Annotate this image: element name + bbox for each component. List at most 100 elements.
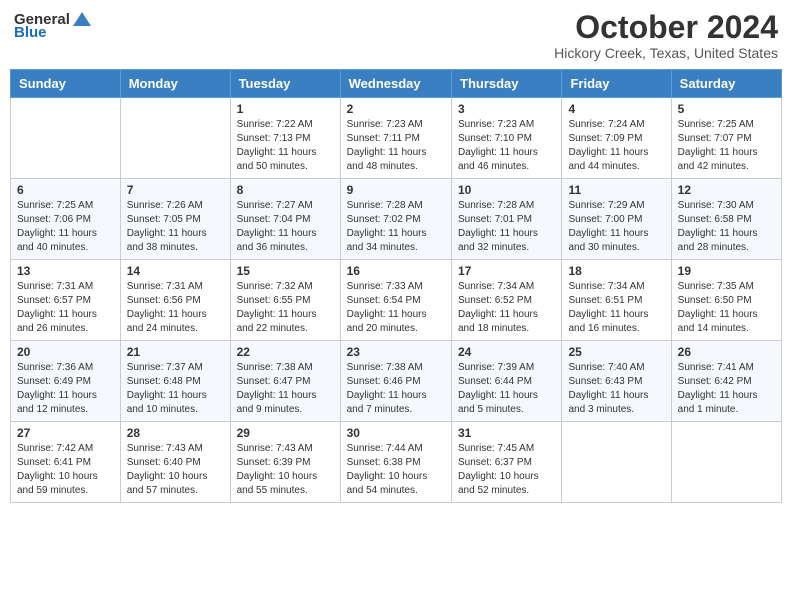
weekday-header-thursday: Thursday <box>452 70 562 98</box>
calendar-cell: 26Sunrise: 7:41 AM Sunset: 6:42 PM Dayli… <box>671 341 781 422</box>
calendar-week-row: 1 Sunrise: 7:22 AM Sunset: 7:13 PM Daylig… <box>11 98 782 179</box>
calendar-cell: 23 Sunrise: 7:38 AM Sunset: 6:46 PM Dayli… <box>340 341 451 422</box>
calendar-cell: 6Sunrise: 7:25 AM Sunset: 7:06 PM Daylig… <box>11 179 121 260</box>
weekday-header-wednesday: Wednesday <box>340 70 451 98</box>
day-number: 11 <box>568 183 664 197</box>
day-info: Sunrise: 7:43 AM Sunset: 6:39 PM Dayligh… <box>237 442 334 498</box>
day-number: 28 <box>127 426 224 440</box>
day-number: 21 <box>127 345 224 359</box>
calendar-week-row: 6Sunrise: 7:25 AM Sunset: 7:06 PM Daylig… <box>11 179 782 260</box>
day-number: 17 <box>458 264 555 278</box>
day-info: Sunrise: 7:35 AM Sunset: 6:50 PM Dayligh… <box>678 280 775 336</box>
calendar-cell: 20Sunrise: 7:36 AM Sunset: 6:49 PM Dayli… <box>11 341 121 422</box>
day-info: Sunrise: 7:33 AM Sunset: 6:54 PM Dayligh… <box>347 280 445 336</box>
day-info: Sunrise: 7:34 AM Sunset: 6:52 PM Dayligh… <box>458 280 555 336</box>
day-info: Sunrise: 7:32 AM Sunset: 6:55 PM Dayligh… <box>237 280 334 336</box>
day-info: Sunrise: 7:24 AM Sunset: 7:09 PM Dayligh… <box>568 118 664 174</box>
day-number: 23 <box>347 345 445 359</box>
day-number: 13 <box>17 264 114 278</box>
calendar-cell: 2 Sunrise: 7:23 AM Sunset: 7:11 PM Daylig… <box>340 98 451 179</box>
calendar-cell <box>562 422 671 503</box>
day-number: 12 <box>678 183 775 197</box>
day-info: Sunrise: 7:41 AM Sunset: 6:42 PM Dayligh… <box>678 361 775 417</box>
day-info: Sunrise: 7:34 AM Sunset: 6:51 PM Dayligh… <box>568 280 664 336</box>
calendar-cell <box>120 98 230 179</box>
calendar-cell: 15Sunrise: 7:32 AM Sunset: 6:55 PM Dayli… <box>230 260 340 341</box>
day-info: Sunrise: 7:28 AM Sunset: 7:02 PM Dayligh… <box>347 199 445 255</box>
calendar-cell: 1 Sunrise: 7:22 AM Sunset: 7:13 PM Daylig… <box>230 98 340 179</box>
day-number: 29 <box>237 426 334 440</box>
day-number: 3 <box>458 102 555 116</box>
day-number: 25 <box>568 345 664 359</box>
calendar-cell: 28 Sunrise: 7:43 AM Sunset: 6:40 PM Dayli… <box>120 422 230 503</box>
day-info: Sunrise: 7:26 AM Sunset: 7:05 PM Dayligh… <box>127 199 224 255</box>
day-info: Sunrise: 7:39 AM Sunset: 6:44 PM Dayligh… <box>458 361 555 417</box>
day-info: Sunrise: 7:42 AM Sunset: 6:41 PM Dayligh… <box>17 442 114 498</box>
calendar-cell: 10 Sunrise: 7:28 AM Sunset: 7:01 PM Dayli… <box>452 179 562 260</box>
day-info: Sunrise: 7:31 AM Sunset: 6:56 PM Dayligh… <box>127 280 224 336</box>
day-info: Sunrise: 7:23 AM Sunset: 7:10 PM Dayligh… <box>458 118 555 174</box>
day-number: 30 <box>347 426 445 440</box>
day-info: Sunrise: 7:30 AM Sunset: 6:58 PM Dayligh… <box>678 199 775 255</box>
day-number: 16 <box>347 264 445 278</box>
calendar-cell: 18 Sunrise: 7:34 AM Sunset: 6:51 PM Dayli… <box>562 260 671 341</box>
day-info: Sunrise: 7:37 AM Sunset: 6:48 PM Dayligh… <box>127 361 224 417</box>
day-number: 10 <box>458 183 555 197</box>
day-info: Sunrise: 7:45 AM Sunset: 6:37 PM Dayligh… <box>458 442 555 498</box>
day-info: Sunrise: 7:31 AM Sunset: 6:57 PM Dayligh… <box>17 280 114 336</box>
day-info: Sunrise: 7:36 AM Sunset: 6:49 PM Dayligh… <box>17 361 114 417</box>
day-info: Sunrise: 7:38 AM Sunset: 6:47 PM Dayligh… <box>237 361 334 417</box>
day-info: Sunrise: 7:23 AM Sunset: 7:11 PM Dayligh… <box>347 118 445 174</box>
calendar-cell: 12 Sunrise: 7:30 AM Sunset: 6:58 PM Dayli… <box>671 179 781 260</box>
day-number: 31 <box>458 426 555 440</box>
logo-icon <box>71 10 93 28</box>
weekday-header-saturday: Saturday <box>671 70 781 98</box>
weekday-header-sunday: Sunday <box>11 70 121 98</box>
day-number: 1 <box>237 102 334 116</box>
logo-blue-text: Blue <box>14 24 47 41</box>
calendar-cell: 25 Sunrise: 7:40 AM Sunset: 6:43 PM Dayli… <box>562 341 671 422</box>
calendar-cell: 27 Sunrise: 7:42 AM Sunset: 6:41 PM Dayli… <box>11 422 121 503</box>
calendar-cell: 30Sunrise: 7:44 AM Sunset: 6:38 PM Dayli… <box>340 422 451 503</box>
page-header: General Blue October 2024 Hickory Creek,… <box>10 10 782 61</box>
day-info: Sunrise: 7:43 AM Sunset: 6:40 PM Dayligh… <box>127 442 224 498</box>
calendar-cell: 17 Sunrise: 7:34 AM Sunset: 6:52 PM Dayli… <box>452 260 562 341</box>
day-number: 19 <box>678 264 775 278</box>
calendar-cell: 4 Sunrise: 7:24 AM Sunset: 7:09 PM Daylig… <box>562 98 671 179</box>
day-info: Sunrise: 7:28 AM Sunset: 7:01 PM Dayligh… <box>458 199 555 255</box>
day-info: Sunrise: 7:40 AM Sunset: 6:43 PM Dayligh… <box>568 361 664 417</box>
day-number: 7 <box>127 183 224 197</box>
day-number: 22 <box>237 345 334 359</box>
calendar-cell: 11 Sunrise: 7:29 AM Sunset: 7:00 PM Dayli… <box>562 179 671 260</box>
logo: General Blue <box>14 10 94 41</box>
day-number: 24 <box>458 345 555 359</box>
location-title: Hickory Creek, Texas, United States <box>554 45 778 61</box>
day-info: Sunrise: 7:38 AM Sunset: 6:46 PM Dayligh… <box>347 361 445 417</box>
calendar-cell: 31 Sunrise: 7:45 AM Sunset: 6:37 PM Dayli… <box>452 422 562 503</box>
calendar-week-row: 20Sunrise: 7:36 AM Sunset: 6:49 PM Dayli… <box>11 341 782 422</box>
day-number: 27 <box>17 426 114 440</box>
day-info: Sunrise: 7:22 AM Sunset: 7:13 PM Dayligh… <box>237 118 334 174</box>
day-number: 8 <box>237 183 334 197</box>
day-info: Sunrise: 7:29 AM Sunset: 7:00 PM Dayligh… <box>568 199 664 255</box>
calendar-cell: 9 Sunrise: 7:28 AM Sunset: 7:02 PM Daylig… <box>340 179 451 260</box>
calendar-cell: 3 Sunrise: 7:23 AM Sunset: 7:10 PM Daylig… <box>452 98 562 179</box>
day-number: 14 <box>127 264 224 278</box>
calendar-cell: 8 Sunrise: 7:27 AM Sunset: 7:04 PM Daylig… <box>230 179 340 260</box>
weekday-header-friday: Friday <box>562 70 671 98</box>
day-number: 9 <box>347 183 445 197</box>
day-info: Sunrise: 7:25 AM Sunset: 7:07 PM Dayligh… <box>678 118 775 174</box>
day-number: 18 <box>568 264 664 278</box>
day-number: 2 <box>347 102 445 116</box>
weekday-header-monday: Monday <box>120 70 230 98</box>
day-number: 4 <box>568 102 664 116</box>
calendar-cell: 14 Sunrise: 7:31 AM Sunset: 6:56 PM Dayli… <box>120 260 230 341</box>
calendar-cell: 7 Sunrise: 7:26 AM Sunset: 7:05 PM Daylig… <box>120 179 230 260</box>
day-number: 5 <box>678 102 775 116</box>
weekday-header-row: SundayMondayTuesdayWednesdayThursdayFrid… <box>11 70 782 98</box>
title-block: October 2024 Hickory Creek, Texas, Unite… <box>554 10 778 61</box>
calendar-cell: 16 Sunrise: 7:33 AM Sunset: 6:54 PM Dayli… <box>340 260 451 341</box>
calendar-week-row: 13 Sunrise: 7:31 AM Sunset: 6:57 PM Dayli… <box>11 260 782 341</box>
calendar-week-row: 27 Sunrise: 7:42 AM Sunset: 6:41 PM Dayli… <box>11 422 782 503</box>
day-info: Sunrise: 7:27 AM Sunset: 7:04 PM Dayligh… <box>237 199 334 255</box>
